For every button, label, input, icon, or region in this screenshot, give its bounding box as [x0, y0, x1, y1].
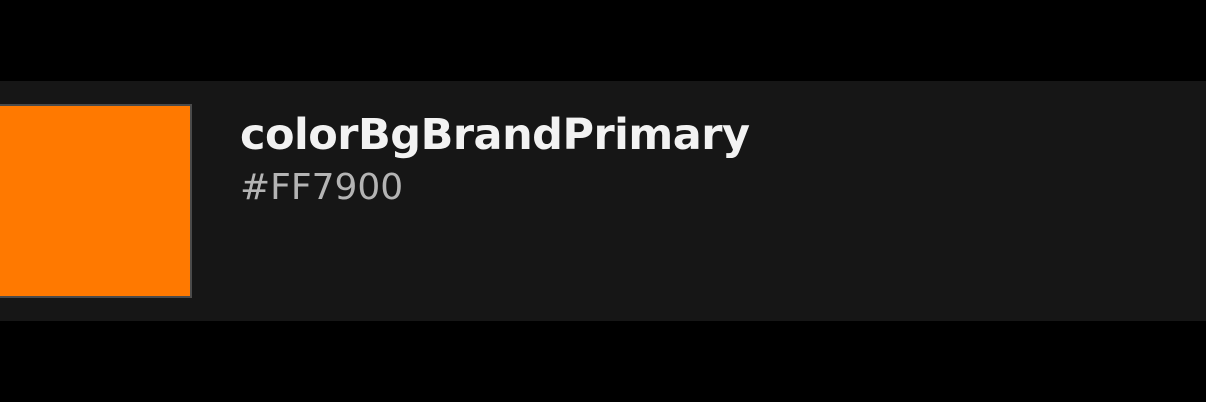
color-swatch: [0, 104, 192, 298]
token-name: colorBgBrandPrimary: [240, 110, 750, 160]
token-hex-value: #FF7900: [240, 167, 404, 208]
color-token-row: colorBgBrandPrimary #FF7900: [0, 81, 1206, 321]
page: colorBgBrandPrimary #FF7900: [0, 0, 1206, 402]
